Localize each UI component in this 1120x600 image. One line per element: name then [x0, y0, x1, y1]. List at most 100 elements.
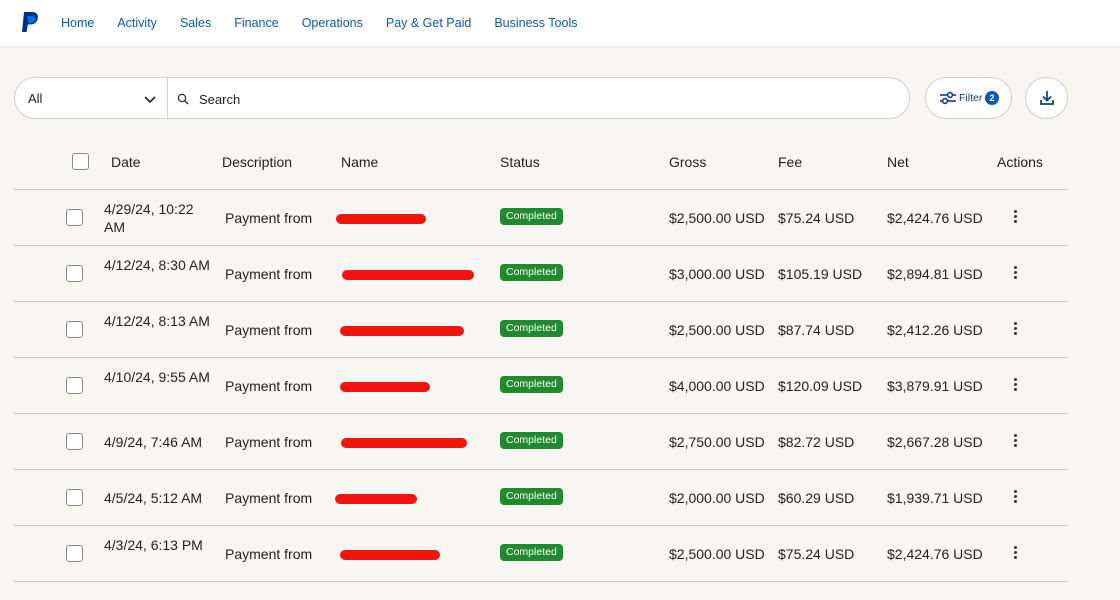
row-fee: $75.24 USD	[778, 546, 855, 562]
row-date: 4/10/24, 9:55 AM	[104, 369, 210, 385]
status-badge: Completed	[500, 320, 563, 337]
row-gross: $2,000.00 USD	[669, 490, 765, 506]
row-date: 4/12/24, 8:30 AM	[104, 257, 210, 273]
row-description: Payment from	[225, 434, 313, 450]
download-icon	[1040, 91, 1054, 105]
nav-activity[interactable]: Activity	[117, 16, 157, 30]
table-row[interactable]: 4/29/24, 10:22 AM Payment from Completed…	[14, 190, 1068, 246]
nav-operations[interactable]: Operations	[302, 16, 363, 30]
nav-sales[interactable]: Sales	[180, 16, 211, 30]
row-net: $2,424.76 USD	[887, 210, 983, 226]
header-description: Description	[222, 154, 293, 170]
row-gross: $3,000.00 USD	[669, 266, 765, 282]
status-badge: Completed	[500, 432, 563, 449]
row-date: 4/9/24, 7:46 AM	[104, 434, 203, 450]
search-bar: All	[14, 77, 910, 119]
header-net: Net	[887, 154, 909, 170]
row-fee: $75.24 USD	[778, 210, 855, 226]
table-row[interactable]: 4/3/24, 6:13 PM Payment from Completed $…	[14, 526, 1068, 582]
nav-finance[interactable]: Finance	[234, 16, 278, 30]
row-checkbox[interactable]	[66, 545, 83, 562]
nav-home[interactable]: Home	[61, 16, 94, 30]
row-gross: $2,500.00 USD	[669, 322, 765, 338]
row-gross: $2,500.00 USD	[669, 546, 765, 562]
header-date[interactable]: Date	[111, 154, 141, 170]
status-badge: Completed	[500, 264, 563, 281]
table-header-row: Date Description Name Status Gross Fee N…	[14, 140, 1068, 190]
row-date: 4/29/24, 10:22 AM	[104, 201, 194, 235]
search-input[interactable]	[197, 84, 891, 114]
row-checkbox[interactable]	[66, 433, 83, 450]
status-badge: Completed	[500, 208, 563, 225]
row-checkbox[interactable]	[66, 489, 83, 506]
header-gross: Gross	[669, 154, 707, 170]
status-badge: Completed	[500, 376, 563, 393]
kebab-menu-icon[interactable]	[1010, 322, 1020, 338]
filter-count-badge: 2	[985, 91, 999, 105]
row-description: Payment from	[225, 266, 313, 282]
row-fee: $82.72 USD	[778, 434, 855, 450]
kebab-menu-icon[interactable]	[1010, 490, 1020, 506]
row-description: Payment from	[225, 546, 313, 562]
row-net: $2,412.26 USD	[887, 322, 983, 338]
transactions-table: Date Description Name Status Gross Fee N…	[14, 140, 1068, 582]
redacted-name	[335, 494, 417, 504]
header-fee: Fee	[778, 154, 803, 170]
status-badge: Completed	[500, 488, 563, 505]
redacted-name	[341, 438, 467, 448]
row-description: Payment from	[225, 378, 313, 394]
row-description: Payment from	[225, 322, 313, 338]
kebab-menu-icon[interactable]	[1010, 434, 1020, 450]
row-gross: $2,500.00 USD	[669, 210, 765, 226]
row-checkbox[interactable]	[66, 377, 83, 394]
select-all-checkbox[interactable]	[72, 153, 89, 170]
search-icon	[177, 93, 189, 105]
row-gross: $2,750.00 USD	[669, 434, 765, 450]
redacted-name	[336, 214, 426, 224]
filter-button[interactable]: Filter 2	[925, 77, 1012, 119]
row-date: 4/3/24, 6:13 PM	[104, 537, 203, 553]
transaction-type-value: All	[28, 91, 43, 106]
transaction-type-select[interactable]: All	[15, 78, 168, 118]
nav-business-tools[interactable]: Business Tools	[494, 16, 577, 30]
row-date: 4/5/24, 5:12 AM	[104, 490, 203, 506]
chevron-down-icon	[144, 96, 156, 104]
row-description: Payment from	[225, 490, 313, 506]
kebab-menu-icon[interactable]	[1010, 546, 1020, 562]
kebab-menu-icon[interactable]	[1010, 210, 1020, 226]
row-net: $1,939.71 USD	[887, 490, 983, 506]
redacted-name	[342, 270, 474, 280]
row-net: $2,667.28 USD	[887, 434, 983, 450]
row-fee: $105.19 USD	[778, 266, 863, 282]
row-fee: $87.74 USD	[778, 322, 855, 338]
row-fee: $60.29 USD	[778, 490, 855, 506]
header-status: Status	[500, 154, 540, 170]
table-row[interactable]: 4/12/24, 8:13 AM Payment from Completed …	[14, 302, 1068, 358]
row-checkbox[interactable]	[66, 209, 83, 226]
status-badge: Completed	[500, 544, 563, 561]
top-navigation: Home Activity Sales Finance Operations P…	[0, 0, 1120, 47]
header-actions: Actions	[997, 154, 1043, 170]
table-row[interactable]: 4/12/24, 8:30 AM Payment from Completed …	[14, 246, 1068, 302]
row-net: $2,424.76 USD	[887, 546, 983, 562]
table-row[interactable]: 4/10/24, 9:55 AM Payment from Completed …	[14, 358, 1068, 414]
paypal-logo[interactable]	[20, 12, 40, 34]
row-checkbox[interactable]	[66, 321, 83, 338]
redacted-name	[340, 550, 440, 560]
row-fee: $120.09 USD	[778, 378, 863, 394]
row-date: 4/12/24, 8:13 AM	[104, 313, 210, 329]
row-net: $3,879.91 USD	[887, 378, 983, 394]
download-button[interactable]	[1025, 77, 1068, 119]
kebab-menu-icon[interactable]	[1010, 266, 1020, 282]
kebab-menu-icon[interactable]	[1010, 378, 1020, 394]
filter-sliders-icon	[940, 91, 956, 105]
redacted-name	[340, 326, 464, 336]
row-gross: $4,000.00 USD	[669, 378, 765, 394]
row-description: Payment from	[225, 210, 313, 226]
row-checkbox[interactable]	[66, 265, 83, 282]
table-row[interactable]: 4/9/24, 7:46 AM Payment from Completed $…	[14, 414, 1068, 470]
redacted-name	[340, 382, 430, 392]
table-row[interactable]: 4/5/24, 5:12 AM Payment from Completed $…	[14, 470, 1068, 526]
filter-label: Filter	[959, 92, 983, 104]
nav-pay-and-get-paid[interactable]: Pay & Get Paid	[386, 16, 471, 30]
